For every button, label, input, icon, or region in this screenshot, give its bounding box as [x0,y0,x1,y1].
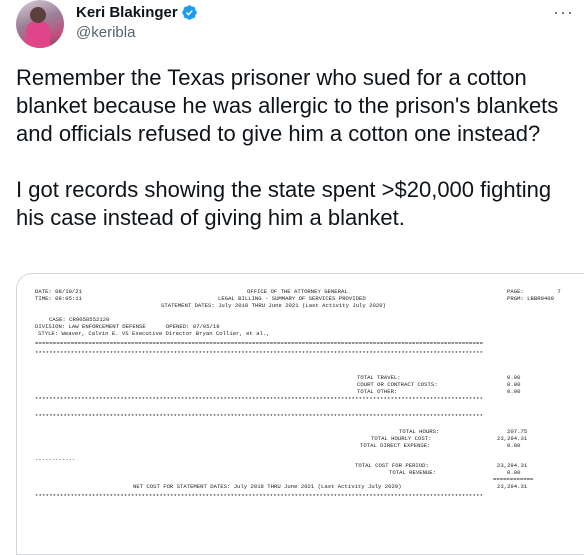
doc-division: DIVISION: LAW ENFORCEMENT DEFENSE OPENED… [35,323,220,330]
doc-statement-dates: STATEMENT DATES: July 2018 THRU June 202… [161,302,386,309]
doc-separator: ========================================… [35,340,484,347]
doc-dash-line: ------------ [35,456,76,463]
doc-total-hourly-cost: 23,294.31 [497,435,528,442]
avatar[interactable] [16,0,64,48]
doc-total-direct-expense: 0.00 [507,442,521,449]
doc-total-revenue: 0.00 [507,469,521,476]
doc-net-cost: 23,294.31 [497,483,528,490]
verified-badge-icon [181,5,197,20]
doc-equals-line: ============ [493,476,534,483]
doc-court-costs: 0.00 [507,381,521,388]
display-name[interactable]: Keri Blakinger [76,4,178,21]
doc-total-other-label: TOTAL OTHER: [357,388,398,395]
doc-total-hourly-cost-label: TOTAL HOURLY COST: [371,435,432,442]
doc-date: DATE: 08/10/21 [35,288,82,295]
tweet-header: Keri Blakinger @keribla ··· [16,0,576,48]
author-name-row[interactable]: Keri Blakinger [76,4,198,21]
doc-legal-billing: LEGAL BILLING - SUMMARY OF SERVICES PROV… [218,295,366,302]
doc-court-costs-label: COURT OR CONTRACT COSTS: [357,381,438,388]
author-handle[interactable]: @keribla [76,24,135,41]
doc-total-revenue-label: TOTAL REVENUE: [389,469,436,476]
doc-net-cost-label: NET COST FOR STATEMENT DATES: July 2018 … [133,483,402,490]
doc-separator: ****************************************… [35,493,484,500]
doc-total-hours-label: TOTAL HOURS: [399,428,440,435]
tweet-text: Remember the Texas prisoner who sued for… [16,64,572,232]
doc-total-other: 0.00 [507,388,521,395]
doc-separator: ****************************************… [35,396,484,403]
doc-total-cost-period: 23,294.31 [497,462,528,469]
doc-case: CASE: CR9058552120 [49,316,110,323]
tweet-paragraph: Remember the Texas prisoner who sued for… [16,65,559,146]
doc-total-hours: 207.75 [507,428,528,435]
doc-separator: ****************************************… [35,413,484,420]
doc-total-cost-period-label: TOTAL COST FOR PERIOD: [355,462,429,469]
doc-total-direct-expense-label: TOTAL DIRECT EXPENSE: [360,442,431,449]
more-dots-icon[interactable]: ··· [553,2,574,23]
doc-page: PAGE: 7 [507,288,561,295]
doc-office: OFFICE OF THE ATTORNEY GENERAL [247,288,348,295]
doc-time: TIME: 08:05:11 [35,295,82,302]
tweet-paragraph: I got records showing the state spent >$… [16,177,552,230]
attached-document-image[interactable]: DATE: 08/10/21 TIME: 08:05:11 OFFICE OF … [16,273,584,555]
doc-style: STYLE: Weaver, Calvin E. VS Executive Di… [38,330,270,337]
doc-total-travel-label: TOTAL TRAVEL: [357,374,401,381]
doc-program: PRGM: LBBR0400 [507,295,554,302]
doc-separator: ****************************************… [35,350,484,357]
doc-total-travel: 0.00 [507,374,521,381]
